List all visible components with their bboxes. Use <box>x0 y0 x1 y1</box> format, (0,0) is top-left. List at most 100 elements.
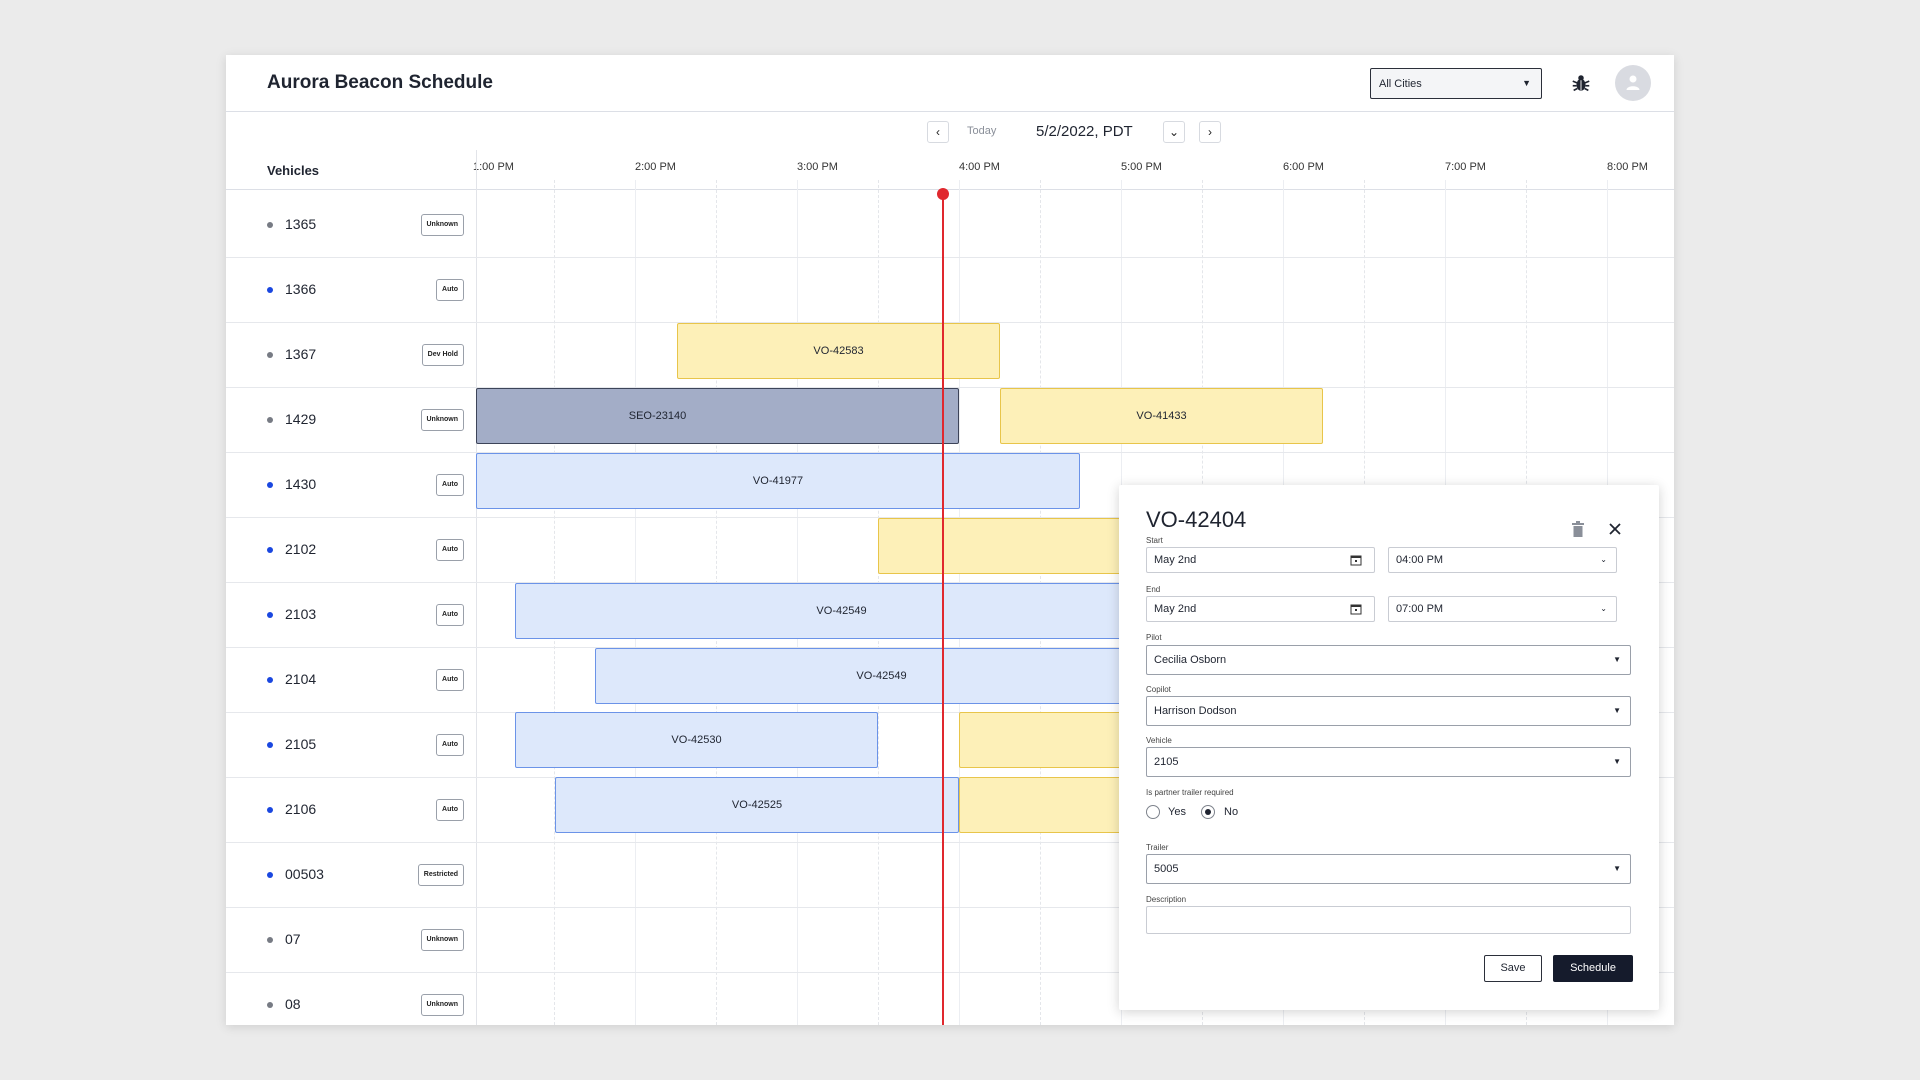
today-button[interactable]: Today <box>967 125 996 137</box>
schedule-block[interactable]: VO-42530 <box>515 712 878 768</box>
status-badge: Auto <box>436 604 464 626</box>
schedule-edit-popover: VO-42404 Start May 2nd 04:00 PM ⌄ End Ma… <box>1119 485 1659 1010</box>
status-dot <box>267 742 273 748</box>
trailer-yes-label: Yes <box>1168 806 1186 818</box>
status-badge: Auto <box>436 669 464 691</box>
vehicle-select[interactable]: 2105 ▼ <box>1146 747 1631 777</box>
status-badge: Restricted <box>417 864 464 886</box>
status-badge: Auto <box>436 734 464 756</box>
vehicle-id: 2102 <box>285 541 317 557</box>
date-picker-chevron-icon[interactable]: ⌄ <box>1163 121 1185 143</box>
status-dot <box>267 677 273 683</box>
end-time-select[interactable]: 07:00 PM ⌄ <box>1388 596 1617 622</box>
vehicle-id: 2106 <box>285 801 317 817</box>
vehicle-row[interactable]: 1365 Unknown <box>226 193 1674 258</box>
schedule-block[interactable]: VO-42525 <box>555 777 959 833</box>
description-input[interactable] <box>1146 906 1631 934</box>
previous-day-button[interactable]: ‹ <box>927 121 949 143</box>
status-badge: Auto <box>436 539 464 561</box>
caret-down-icon: ▼ <box>1613 706 1621 715</box>
trash-icon[interactable] <box>1571 521 1585 537</box>
schedule-block[interactable]: VO-42549 <box>595 648 1138 704</box>
current-time-line <box>942 193 944 1025</box>
pilot-select[interactable]: Cecilia Osborn ▼ <box>1146 645 1631 675</box>
vehicle-id: 07 <box>285 931 301 947</box>
city-filter-select[interactable]: All Cities ▼ <box>1370 68 1542 99</box>
status-dot <box>267 547 273 553</box>
next-day-button[interactable]: › <box>1199 121 1221 143</box>
schedule-block[interactable] <box>959 777 1138 833</box>
schedule-button[interactable]: Schedule <box>1553 955 1633 982</box>
status-badge: Dev Hold <box>421 344 464 366</box>
trailer-label: Trailer <box>1146 843 1169 852</box>
vehicle-id: 1429 <box>285 411 317 427</box>
status-dot <box>267 807 273 813</box>
status-badge: Auto <box>436 279 464 301</box>
vehicles-column-heading: Vehicles <box>267 163 320 178</box>
vehicle-id: 1367 <box>285 346 317 362</box>
status-dot <box>267 287 273 293</box>
time-axis-divider <box>226 189 1674 190</box>
status-dot <box>267 482 273 488</box>
copilot-select[interactable]: Harrison Dodson ▼ <box>1146 696 1631 726</box>
status-dot <box>267 937 273 943</box>
status-dot <box>267 417 273 423</box>
time-tick: 5:00 PM <box>1121 161 1162 173</box>
close-icon[interactable] <box>1607 521 1623 537</box>
vehicle-id: 1430 <box>285 476 317 492</box>
start-time-select[interactable]: 04:00 PM ⌄ <box>1388 547 1617 573</box>
schedule-block[interactable]: VO-42549 <box>515 583 1138 639</box>
status-dot <box>267 352 273 358</box>
vehicle-id: 2103 <box>285 606 317 622</box>
pilot-label: Pilot <box>1146 633 1162 642</box>
caret-down-icon: ▼ <box>1613 757 1621 766</box>
time-tick: 1:00 PM <box>473 161 514 173</box>
end-label: End <box>1146 585 1161 594</box>
status-dot <box>267 872 273 878</box>
vehicle-label: Vehicle <box>1146 736 1172 745</box>
vehicle-id: 1365 <box>285 216 317 232</box>
vehicle-id: 08 <box>285 996 301 1012</box>
copilot-label: Copilot <box>1146 685 1171 694</box>
current-date: 5/2/2022, PDT <box>1036 123 1133 140</box>
schedule-block[interactable]: VO-41977 <box>476 453 1080 509</box>
time-tick: 4:00 PM <box>959 161 1000 173</box>
trailer-yes-radio[interactable] <box>1146 805 1160 819</box>
status-badge: Unknown <box>420 994 464 1016</box>
vehicle-id: 00503 <box>285 866 324 882</box>
vehicle-id: 2104 <box>285 671 317 687</box>
chevron-down-icon: ⌄ <box>1600 555 1607 564</box>
caret-down-icon: ▼ <box>1522 78 1531 88</box>
caret-down-icon: ▼ <box>1613 864 1621 873</box>
schedule-block[interactable]: SEO-23140 <box>476 388 959 444</box>
caret-down-icon: ▼ <box>1613 655 1621 664</box>
app-header: Aurora Beacon Schedule All Cities ▼ <box>226 55 1674 112</box>
time-tick: 7:00 PM <box>1445 161 1486 173</box>
description-label: Description <box>1146 895 1187 904</box>
schedule-block[interactable] <box>959 712 1138 768</box>
trailer-select[interactable]: 5005 ▼ <box>1146 854 1631 884</box>
bug-icon[interactable] <box>1570 72 1592 94</box>
status-badge: Auto <box>436 474 464 496</box>
vehicle-row[interactable]: 1366 Auto <box>226 258 1674 323</box>
time-tick: 2:00 PM <box>635 161 676 173</box>
user-avatar[interactable] <box>1615 65 1651 101</box>
trailer-no-radio[interactable] <box>1201 805 1215 819</box>
schedule-block[interactable] <box>878 518 1138 574</box>
schedule-window: Aurora Beacon Schedule All Cities ▼ ‹ To… <box>226 55 1674 1025</box>
status-badge: Auto <box>436 799 464 821</box>
start-label: Start <box>1146 536 1163 545</box>
end-date-field[interactable]: May 2nd <box>1146 596 1375 622</box>
current-time-marker <box>937 188 949 200</box>
trailer-no-label: No <box>1224 806 1239 818</box>
schedule-block[interactable]: VO-42583 <box>677 323 1000 379</box>
status-badge: Unknown <box>420 214 464 236</box>
vehicle-id: 2105 <box>285 736 317 752</box>
calendar-icon <box>1350 604 1362 615</box>
vehicle-id: 1366 <box>285 281 317 297</box>
schedule-block[interactable]: VO-41433 <box>1000 388 1323 444</box>
start-date-field[interactable]: May 2nd <box>1146 547 1375 573</box>
status-dot <box>267 222 273 228</box>
save-button[interactable]: Save <box>1484 955 1542 982</box>
city-filter-value: All Cities <box>1379 78 1422 90</box>
